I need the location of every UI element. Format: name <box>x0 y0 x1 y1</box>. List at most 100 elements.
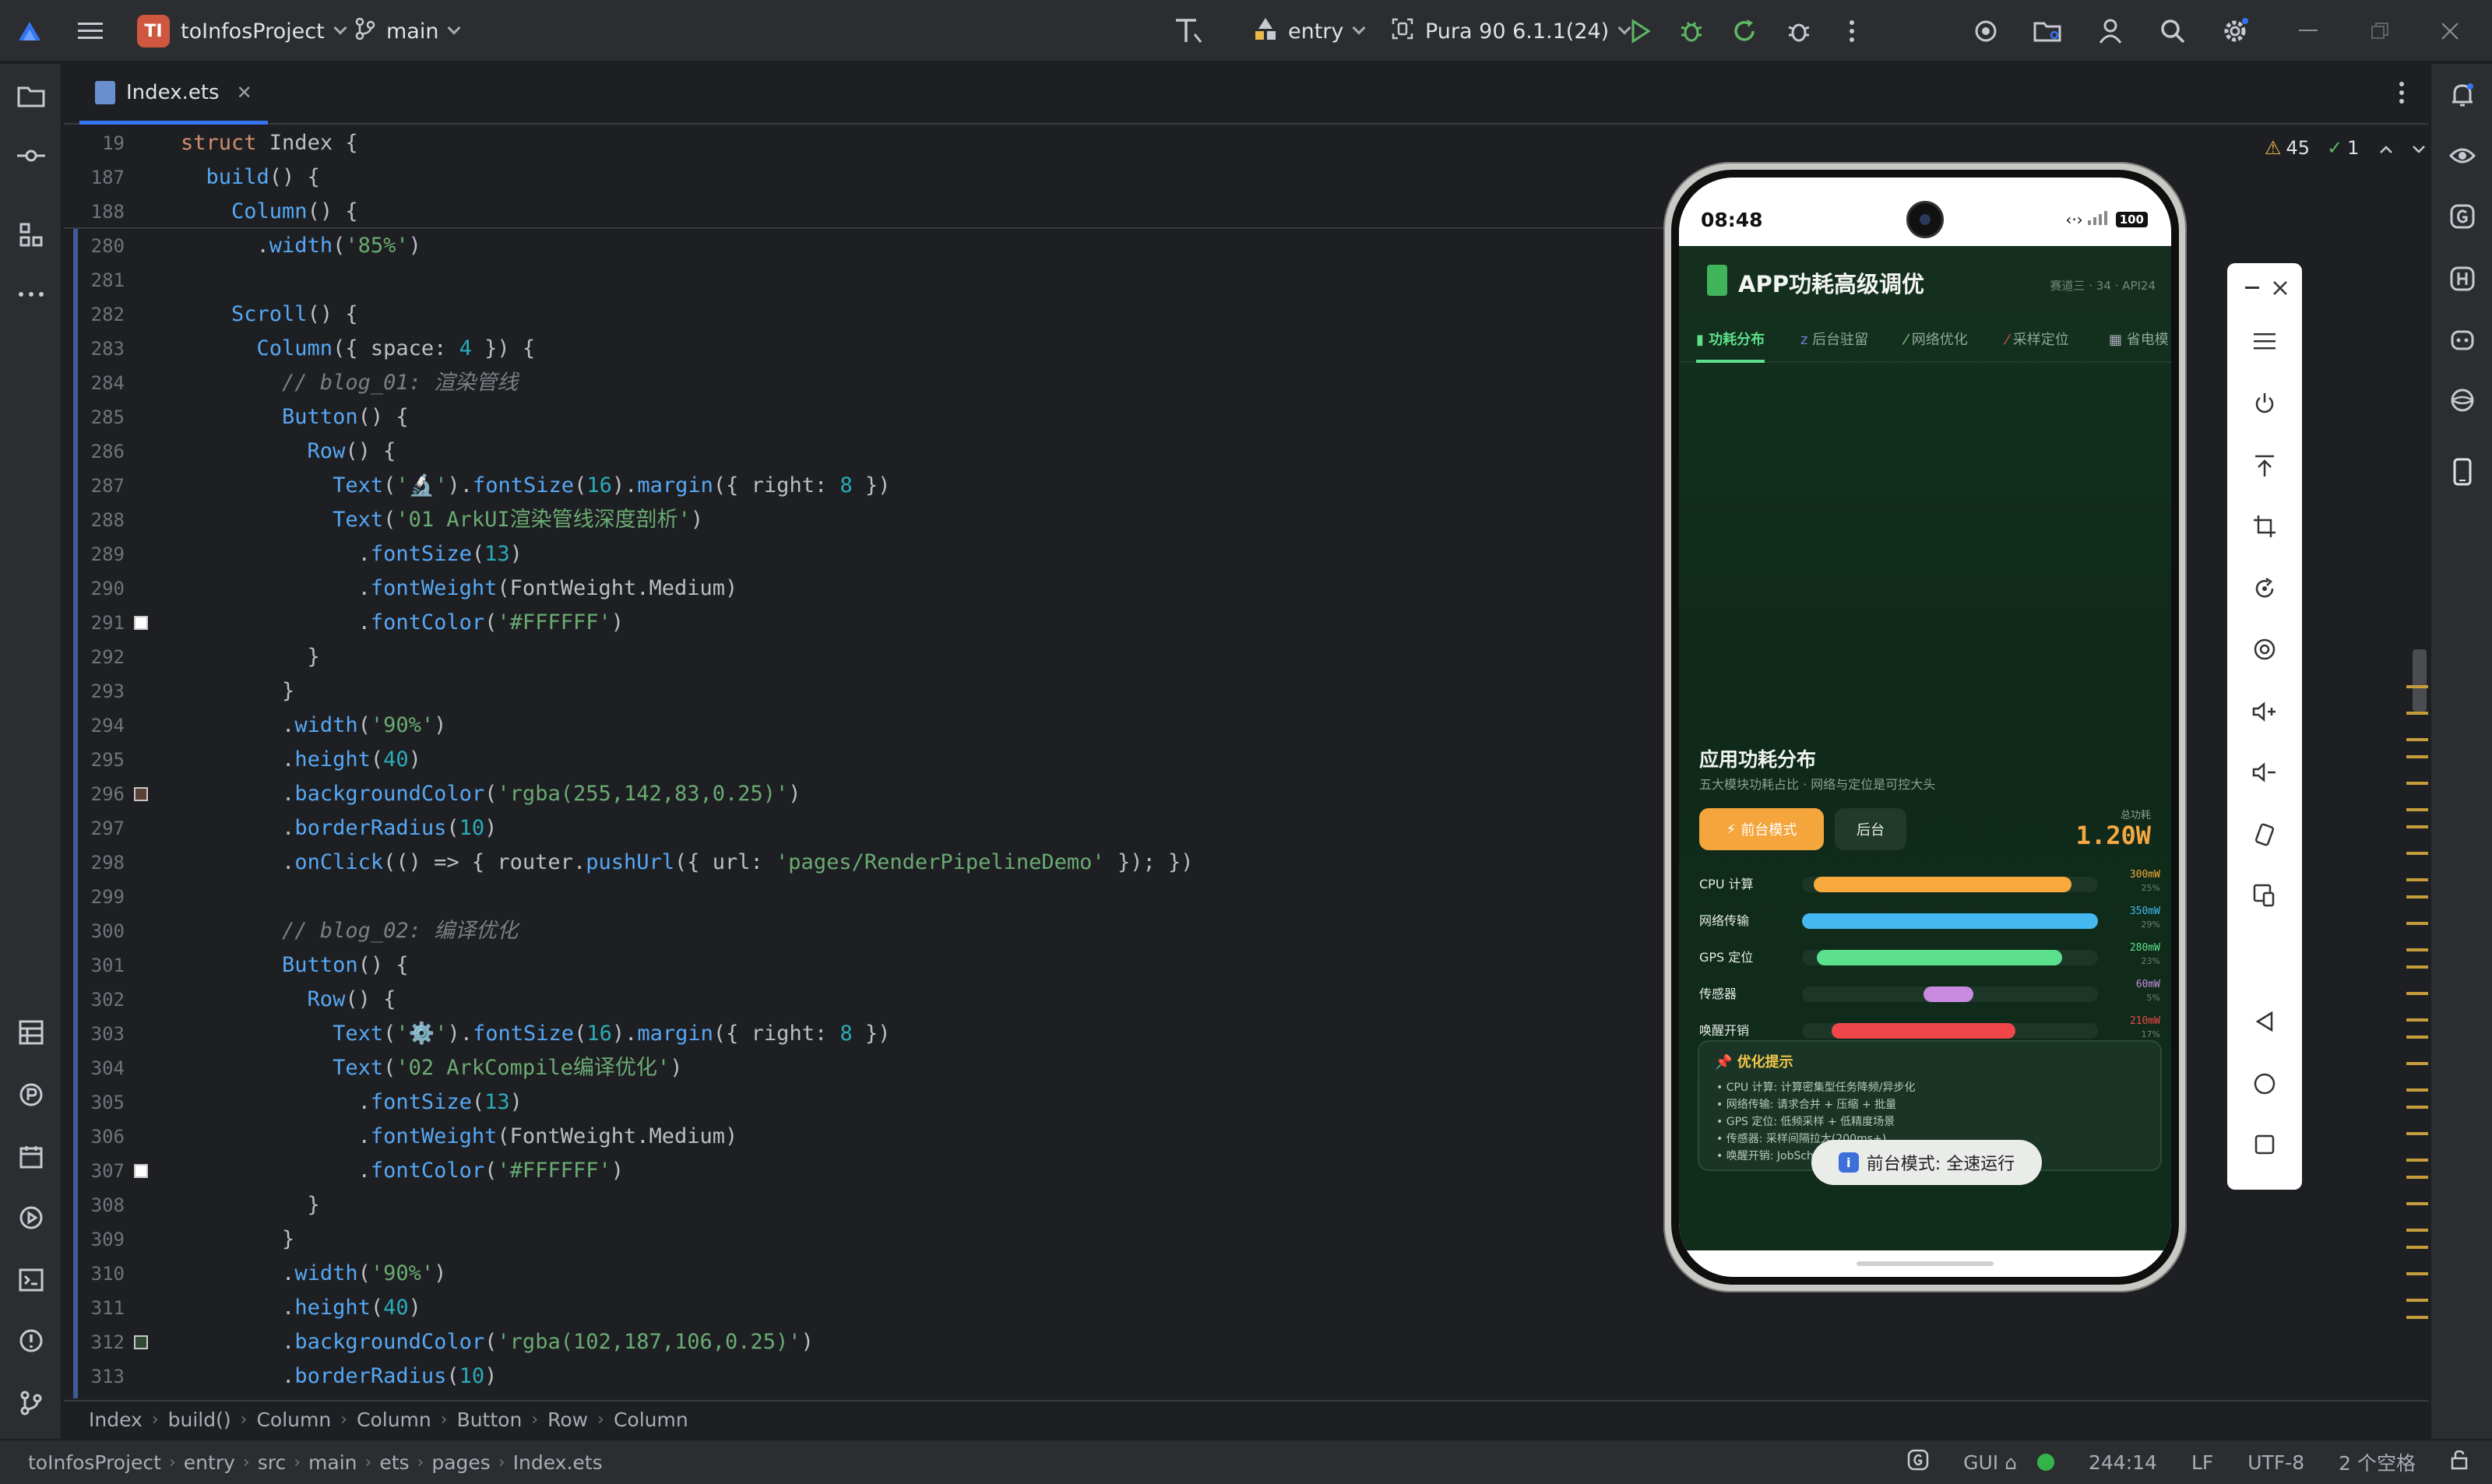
minimize-icon[interactable] <box>2293 16 2324 47</box>
code-line[interactable]: 313 .borderRadius(10) <box>64 1359 1699 1394</box>
code-line[interactable]: 289 .fontSize(13) <box>64 537 1699 571</box>
close-emulator-icon[interactable] <box>2265 273 2296 304</box>
run-config-selector[interactable]: entry <box>1252 0 1366 62</box>
path-item[interactable]: Index.ets <box>513 1451 603 1474</box>
path-item[interactable]: main <box>308 1451 357 1474</box>
terminal-icon[interactable] <box>14 1263 48 1297</box>
breadcrumb-item[interactable]: Index <box>89 1408 143 1431</box>
account-icon[interactable] <box>2095 16 2126 47</box>
code-line[interactable]: 291 .fontColor('#FFFFFF') <box>64 606 1699 640</box>
scroll-marker[interactable] <box>2406 1246 2428 1249</box>
scroll-marker[interactable] <box>2406 685 2428 688</box>
scroll-marker[interactable] <box>2406 1176 2428 1179</box>
path-item[interactable]: src <box>258 1451 287 1474</box>
path-item[interactable]: toInfosProject <box>28 1451 161 1474</box>
scroll-marker[interactable] <box>2406 895 2428 898</box>
code-line[interactable]: 302 Row() { <box>64 983 1699 1017</box>
code-line[interactable]: 297 .borderRadius(10) <box>64 811 1699 846</box>
code-line[interactable]: 307 .fontColor('#FFFFFF') <box>64 1154 1699 1188</box>
code-line[interactable]: 292 } <box>64 640 1699 674</box>
tab-network[interactable]: ⁄ 网络优化 <box>1905 321 1968 363</box>
main-menu-icon[interactable] <box>75 16 106 47</box>
code-line[interactable]: 300 // blog_02: 编译优化 <box>64 914 1699 948</box>
tab-power-distribution[interactable]: ▮ 功耗分布 <box>1696 321 1765 363</box>
code-line[interactable]: 296 .backgroundColor('rgba(255,142,83,0.… <box>64 777 1699 811</box>
power-icon[interactable] <box>2249 388 2280 419</box>
debug-icon[interactable] <box>1676 16 1707 47</box>
code-line[interactable]: 280 .width('85%') <box>64 229 1699 263</box>
code-line[interactable]: 298 .onClick(() => { router.pushUrl({ ur… <box>64 846 1699 880</box>
inspection-widget[interactable]: ⚠ 45 ✓ 1 <box>2265 134 2426 162</box>
text-tool-icon[interactable] <box>1173 16 1204 47</box>
breadcrumb-item[interactable]: Column <box>256 1408 331 1431</box>
scroll-marker[interactable] <box>2406 1062 2428 1065</box>
background-mode-button[interactable]: 后台 <box>1835 808 1906 850</box>
rotate-icon[interactable] <box>2249 573 2280 604</box>
scroll-marker[interactable] <box>2406 1132 2428 1135</box>
tab-index-ets[interactable]: Index.ets ✕ <box>79 64 268 125</box>
color-swatch-icon[interactable] <box>134 1335 148 1349</box>
emulator-menu-icon[interactable] <box>2249 325 2280 357</box>
breadcrumb-item[interactable]: Button <box>457 1408 523 1431</box>
color-swatch-icon[interactable] <box>134 1164 148 1178</box>
code-line[interactable]: 287 Text('🔬').fontSize(16).margin({ righ… <box>64 469 1699 503</box>
run-icon[interactable] <box>1624 16 1656 47</box>
calendar-icon[interactable] <box>14 1140 48 1174</box>
code-line[interactable]: 19 struct Index { <box>64 126 1699 160</box>
path-item[interactable]: ets <box>379 1451 409 1474</box>
scroll-marker[interactable] <box>2406 1036 2428 1039</box>
file-encoding[interactable]: UTF-8 <box>2247 1451 2304 1474</box>
apply-changes-icon[interactable] <box>1729 16 1760 47</box>
close-window-icon[interactable] <box>2434 16 2466 47</box>
line-number[interactable]: 187 <box>64 160 125 195</box>
close-tab-icon[interactable]: ✕ <box>237 82 252 104</box>
scroll-marker[interactable] <box>2406 755 2428 758</box>
gui-indicator[interactable]: GUI ⌂ <box>1963 1451 2017 1474</box>
code-line[interactable]: 285 Button() { <box>64 400 1699 434</box>
recent-apps-icon[interactable] <box>2249 1129 2280 1160</box>
network-globe-icon[interactable] <box>2445 383 2480 417</box>
multi-device-icon[interactable] <box>2249 880 2280 911</box>
scroll-marker[interactable] <box>2406 782 2428 785</box>
code-line[interactable]: 312 .backgroundColor('rgba(102,187,106,0… <box>64 1325 1699 1359</box>
search-icon[interactable] <box>2157 16 2188 47</box>
tab-options-icon[interactable] <box>2399 81 2405 107</box>
minimize-emulator-icon[interactable] <box>2237 273 2268 304</box>
crop-icon[interactable] <box>2249 511 2280 542</box>
device-selector[interactable]: Pura 90 6.1.1(24) <box>1391 0 1631 62</box>
code-line[interactable]: 306 .fontWeight(FontWeight.Medium) <box>64 1120 1699 1154</box>
path-item[interactable]: pages <box>431 1451 490 1474</box>
code-line[interactable]: 283 Column({ space: 4 }) { <box>64 332 1699 366</box>
back-nav-icon[interactable] <box>2249 1006 2280 1037</box>
color-swatch-icon[interactable] <box>134 787 148 801</box>
settings-gear-icon[interactable] <box>2219 16 2251 47</box>
code-line[interactable]: 188 Column() { <box>64 195 1699 229</box>
scroll-marker[interactable] <box>2406 922 2428 925</box>
codegenie-icon[interactable] <box>2445 199 2480 234</box>
scroll-marker[interactable] <box>2406 825 2428 828</box>
shake-icon[interactable] <box>2249 819 2280 850</box>
editor-scrollbar[interactable] <box>2406 638 2428 1355</box>
code-line[interactable]: 282 Scroll() { <box>64 297 1699 332</box>
harmony-h-icon[interactable] <box>2445 262 2480 296</box>
code-line[interactable]: 299 <box>64 880 1699 914</box>
scroll-marker[interactable] <box>2406 852 2428 855</box>
upload-icon[interactable] <box>2249 450 2280 481</box>
code-line[interactable]: 308 } <box>64 1188 1699 1222</box>
code-line[interactable]: 293 } <box>64 674 1699 709</box>
scroll-marker[interactable] <box>2406 948 2428 951</box>
code-line[interactable]: 304 Text('02 ArkCompile编译优化') <box>64 1051 1699 1085</box>
volume-up-icon[interactable] <box>2249 696 2280 727</box>
assistant-robot-icon[interactable] <box>2445 322 2480 357</box>
project-folder-icon[interactable] <box>14 79 48 114</box>
screenshot-icon[interactable] <box>2249 634 2280 665</box>
status-ok-icon[interactable] <box>2036 1454 2054 1471</box>
version-control-icon[interactable] <box>14 1386 48 1420</box>
code-line[interactable]: 311 .height(40) <box>64 1291 1699 1325</box>
run-panel-icon[interactable] <box>14 1201 48 1235</box>
readonly-toggle-icon[interactable] <box>2450 1450 2469 1475</box>
folder-search-icon[interactable] <box>2033 16 2064 47</box>
line-separator[interactable]: LF <box>2191 1451 2213 1474</box>
previous-highlight-icon[interactable] <box>2379 137 2393 159</box>
code-line[interactable]: 295 .height(40) <box>64 743 1699 777</box>
